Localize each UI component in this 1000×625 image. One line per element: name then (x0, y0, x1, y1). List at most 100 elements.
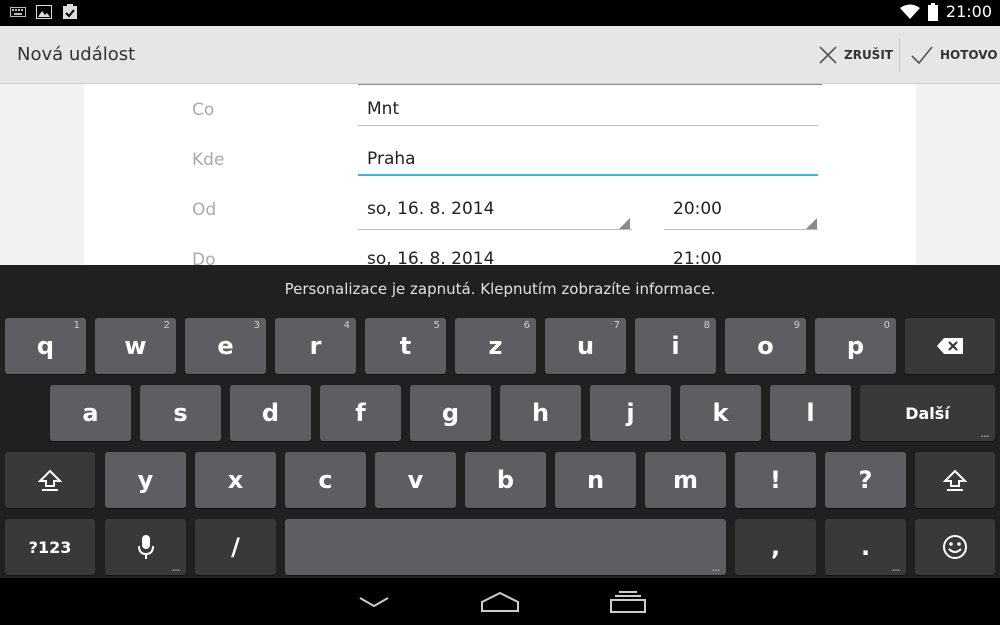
battery-icon (927, 2, 938, 21)
image-icon (36, 5, 52, 19)
key-label: d (261, 399, 280, 427)
check-icon (911, 46, 933, 65)
from-label: Od (192, 200, 217, 220)
key-label: z (488, 332, 503, 360)
key-period[interactable]: .… (825, 519, 906, 575)
key-label: l (806, 399, 815, 427)
clipboard-check-icon (63, 4, 77, 19)
key-p[interactable]: p0 (815, 318, 896, 374)
key-y[interactable]: y (105, 452, 186, 508)
symbols-key[interactable]: ?123 (5, 519, 95, 575)
key-a[interactable]: a (50, 385, 131, 441)
key-hint: 6 (523, 320, 530, 331)
key-label: j (626, 399, 635, 427)
home-button[interactable] (475, 586, 525, 618)
shift-key-left[interactable] (5, 452, 95, 508)
key-label: y (137, 466, 154, 494)
back-chevron-icon (359, 597, 389, 608)
key-v[interactable]: v (375, 452, 456, 508)
key-z[interactable]: z6 (455, 318, 536, 374)
key-b[interactable]: b (465, 452, 546, 508)
key-i[interactable]: i8 (635, 318, 716, 374)
key-hint: 7 (613, 320, 620, 331)
key-m[interactable]: m (645, 452, 726, 508)
key-label: w (124, 332, 147, 360)
space-key[interactable]: … (285, 519, 726, 575)
key-e[interactable]: e3 (185, 318, 266, 374)
key-label: ! (770, 466, 781, 494)
key-n[interactable]: n (555, 452, 636, 508)
key-q[interactable]: q1 (5, 318, 86, 374)
from-time-spinner[interactable]: 20:00 (664, 199, 818, 219)
key-x[interactable]: x (195, 452, 276, 508)
key-hint: 5 (433, 320, 440, 331)
from-date-underline (358, 229, 632, 230)
key-k[interactable]: k (680, 385, 761, 441)
cancel-button[interactable]: ZRUŠIT (818, 26, 893, 84)
key-label: e (217, 332, 234, 360)
key-t[interactable]: t5 (365, 318, 446, 374)
key-label: h (531, 399, 550, 427)
key-h[interactable]: h (500, 385, 581, 441)
from-date-dropdown-icon (619, 218, 630, 229)
key-label: i (671, 332, 680, 360)
key-o[interactable]: o9 (725, 318, 806, 374)
key-slash[interactable]: / (195, 519, 276, 575)
key-hint: 2 (163, 320, 170, 331)
key-question[interactable]: ? (825, 452, 906, 508)
key-comma[interactable]: , (735, 519, 816, 575)
next-key-label: Další (905, 403, 950, 423)
key-l[interactable]: l (770, 385, 851, 441)
action-divider (899, 38, 900, 72)
key-f[interactable]: f (320, 385, 401, 441)
key-label: b (496, 466, 515, 494)
status-bar: 21:00 (0, 0, 1000, 26)
where-input[interactable]: Praha (358, 149, 818, 169)
key-s[interactable]: s (140, 385, 221, 441)
voice-input-key[interactable]: … (105, 519, 186, 575)
keyboard-icon (10, 7, 26, 17)
key-hint: 4 (343, 320, 350, 331)
close-icon (819, 46, 837, 64)
key-label: s (173, 399, 188, 427)
key-d[interactable]: d (230, 385, 311, 441)
key-w[interactable]: w2 (95, 318, 176, 374)
key-label: f (355, 399, 366, 427)
next-key[interactable]: Další… (860, 385, 995, 441)
key-c[interactable]: c (285, 452, 366, 508)
key-j[interactable]: j (590, 385, 671, 441)
what-input[interactable]: Mnt (358, 99, 818, 119)
more-dots-icon: … (712, 564, 720, 573)
key-label: , (770, 533, 781, 561)
status-bar-left (10, 4, 78, 20)
key-label: p (846, 332, 865, 360)
key-exclamation[interactable]: ! (735, 452, 816, 508)
backspace-key[interactable] (905, 318, 995, 374)
key-label: a (82, 399, 99, 427)
more-dots-icon: … (892, 564, 900, 573)
status-time: 21:00 (945, 2, 992, 21)
emoji-key[interactable] (915, 519, 995, 575)
key-label: t (399, 332, 412, 360)
key-hint: 0 (883, 320, 890, 331)
back-button[interactable] (349, 586, 399, 618)
recents-button[interactable] (603, 586, 653, 618)
key-label: u (576, 332, 595, 360)
key-u[interactable]: u7 (545, 318, 626, 374)
key-r[interactable]: r4 (275, 318, 356, 374)
event-form-area: Co Mnt Kde Praha Od so, 16. 8. 2014 20:0… (0, 84, 1000, 270)
shift-key-right[interactable] (915, 452, 995, 508)
status-bar-right: 21:00 (899, 2, 992, 21)
key-label: / (231, 533, 240, 561)
soft-keyboard: Personalizace je zapnutá. Klepnutím zobr… (0, 265, 1000, 578)
home-icon (481, 591, 519, 612)
what-input-underline (358, 125, 818, 126)
navigation-bar (0, 578, 1000, 625)
key-g[interactable]: g (410, 385, 491, 441)
key-hint: 8 (703, 320, 710, 331)
form-top-line (358, 84, 822, 85)
suggestion-strip[interactable]: Personalizace je zapnutá. Klepnutím zobr… (0, 265, 1000, 313)
from-date-spinner[interactable]: so, 16. 8. 2014 (358, 199, 632, 219)
key-label: v (407, 466, 424, 494)
done-button[interactable]: HOTOVO (910, 26, 998, 84)
